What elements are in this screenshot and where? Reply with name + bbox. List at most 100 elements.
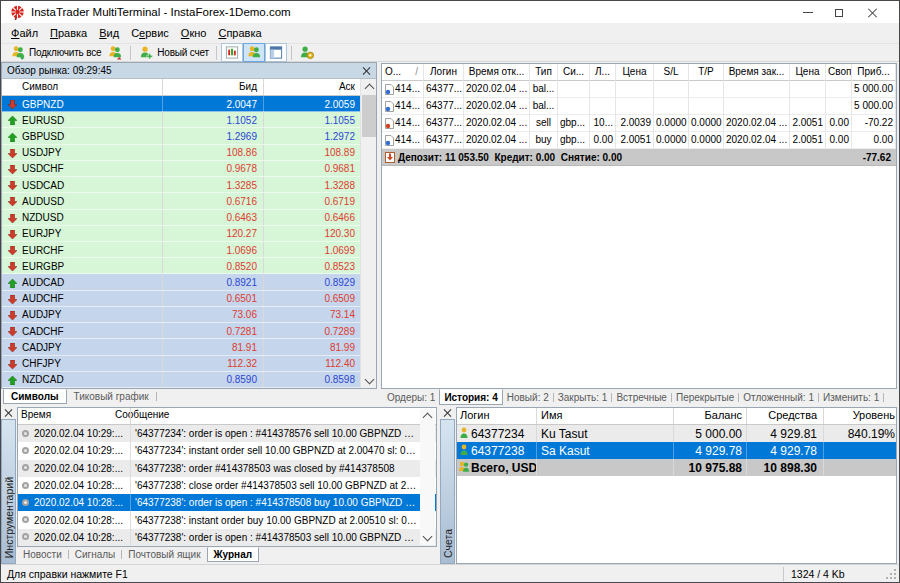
orders-col-11[interactable]: Цена <box>790 64 826 81</box>
market-watch-scrollbar[interactable] <box>360 79 376 388</box>
market-watch-tab-1[interactable]: Символы <box>3 389 67 404</box>
journal-scrollbar[interactable] <box>420 409 435 545</box>
orders-tab-4[interactable]: Закрыть: 1 <box>554 389 612 405</box>
col-equity[interactable]: Средства <box>749 409 817 421</box>
market-watch-header[interactable]: Символ Бид Аск <box>2 79 360 96</box>
orders-tab-2[interactable]: История: 4 <box>439 389 502 405</box>
market-row-USDCHF[interactable]: USDCHF0.96780.9681 <box>2 161 360 177</box>
tick-chart-button[interactable] <box>221 43 243 62</box>
orders-col-2[interactable]: Логин <box>424 64 464 81</box>
account-row-1[interactable]: 64377234Ku Tasut5 000.004 929.81840.19% <box>457 425 896 442</box>
accounts-vertical-tab[interactable]: Счета <box>440 419 455 564</box>
journal-row-1[interactable]: 2020.02.04 10:29:...'64377234': order is… <box>18 425 436 442</box>
orders-col-13[interactable]: Приб... <box>852 64 896 81</box>
market-row-GBPNZD[interactable]: GBPNZD2.00472.0059 <box>2 96 360 112</box>
market-row-EURCHF[interactable]: EURCHF1.06961.0699 <box>2 242 360 258</box>
market-row-NZDCAD[interactable]: NZDCAD0.85900.8598 <box>2 372 360 388</box>
journal-row-4[interactable]: 2020.02.04 10:28:...'64377238': close or… <box>18 477 436 494</box>
market-row-USDCAD[interactable]: USDCAD1.32851.3288 <box>2 177 360 193</box>
scroll-down-icon[interactable] <box>420 530 435 545</box>
toolbox-vertical-tab[interactable]: Инструментарий <box>1 419 16 564</box>
market-row-USDJPY[interactable]: USDJPY108.86108.89 <box>2 145 360 161</box>
col-name[interactable]: Имя <box>541 409 562 421</box>
col-time[interactable]: Время <box>21 409 51 420</box>
menu-view[interactable]: Вид <box>93 25 125 41</box>
orders-tab-8[interactable]: Изменить: 1 <box>819 389 883 405</box>
market-watch-close-icon[interactable] <box>362 67 370 75</box>
tile-windows-button[interactable] <box>265 43 287 62</box>
orders-tab-3[interactable]: Новый: 2 <box>503 389 553 405</box>
col-login[interactable]: Логин <box>460 409 490 421</box>
disconnect-all-button[interactable] <box>104 43 126 62</box>
menu-file[interactable]: Файл <box>5 25 44 41</box>
orders-tab-5[interactable]: Встречные <box>612 389 671 405</box>
orders-header[interactable]: О.../ЛогинВремя отк...ТипСи...Л...ЦенаS/… <box>382 64 896 81</box>
market-row-AUDCHF[interactable]: AUDCHF0.65010.6509 <box>2 291 360 307</box>
account-settings-button[interactable] <box>296 43 318 62</box>
orders-summary-row[interactable]: Депозит: 11 053.50 Кредит: 0.00 Снятие: … <box>382 149 896 166</box>
market-row-AUDUSD[interactable]: AUDUSD0.67160.6719 <box>2 193 360 209</box>
scroll-up-icon[interactable] <box>361 79 377 94</box>
orders-col-12[interactable]: Своп <box>826 64 852 81</box>
market-watch-titlebar[interactable]: Обзор рынка: 09:29:45 <box>2 63 376 79</box>
journal-tab-3[interactable]: Почтовый ящик <box>122 547 206 562</box>
journal-header[interactable]: Время Сообщение <box>18 408 436 425</box>
orders-tab-7[interactable]: Отложенный: 1 <box>739 389 818 405</box>
orders-tab-1[interactable]: Ордеры: 1 <box>383 389 439 405</box>
menu-help[interactable]: Справка <box>212 25 267 41</box>
col-message[interactable]: Сообщение <box>115 409 169 420</box>
scroll-down-icon[interactable] <box>361 373 377 388</box>
market-row-EURGBP[interactable]: EURGBP0.85200.8523 <box>2 258 360 274</box>
orders-col-1[interactable]: О.../ <box>382 64 424 81</box>
menu-service[interactable]: Сервис <box>125 25 175 41</box>
orders-col-6[interactable]: Л... <box>590 64 616 81</box>
orders-col-7[interactable]: Цена <box>616 64 654 81</box>
accounts-close-icon[interactable] <box>443 409 451 417</box>
market-row-AUDCAD[interactable]: AUDCAD0.89210.8929 <box>2 274 360 290</box>
col-balance[interactable]: Баланс <box>674 409 742 421</box>
orders-col-5[interactable]: Си... <box>558 64 590 81</box>
close-button[interactable] <box>855 2 889 23</box>
order-row-4[interactable]: 414...64377...2020.02.04 ...buygbp...0.0… <box>382 132 896 149</box>
market-row-AUDJPY[interactable]: AUDJPY73.0673.14 <box>2 307 360 323</box>
order-row-2[interactable]: 414...64377...2020.02.04 ...bal...5 000.… <box>382 98 896 115</box>
account-row-3[interactable]: Всего, USD10 975.8810 898.30 <box>457 459 896 476</box>
orders-col-3[interactable]: Время отк... <box>464 64 530 81</box>
order-row-1[interactable]: 414...64377...2020.02.04 ...bal...5 000.… <box>382 81 896 98</box>
maximize-button[interactable] <box>822 2 856 23</box>
journal-row-5[interactable]: 2020.02.04 10:28:...'64377238': order is… <box>18 494 436 511</box>
col-level[interactable]: Уровень <box>820 409 895 421</box>
journal-row-6[interactable]: 2020.02.04 10:28:...'64377238': instant … <box>18 511 436 528</box>
journal-row-2[interactable]: 2020.02.04 10:29:...'64377234': instant … <box>18 442 436 459</box>
market-row-CADJPY[interactable]: CADJPY81.9181.99 <box>2 339 360 355</box>
orders-col-4[interactable]: Тип <box>530 64 558 81</box>
orders-tab-6[interactable]: Перекрытые <box>672 389 738 405</box>
scroll-up-icon[interactable] <box>420 408 435 423</box>
orders-col-9[interactable]: T/P <box>689 64 724 81</box>
market-watch-tab-2[interactable]: Тиковый график <box>67 389 156 404</box>
market-row-CADCHF[interactable]: CADCHF0.72810.7289 <box>2 323 360 339</box>
market-row-EURJPY[interactable]: EURJPY120.27120.30 <box>2 226 360 242</box>
market-row-CHFJPY[interactable]: CHFJPY112.32112.40 <box>2 356 360 372</box>
orders-col-8[interactable]: S/L <box>654 64 689 81</box>
menu-edit[interactable]: Правка <box>44 25 93 41</box>
minimize-button[interactable] <box>791 2 825 23</box>
journal-close-icon[interactable] <box>4 409 12 417</box>
connect-all-button[interactable]: Подключить все <box>7 43 104 62</box>
journal-row-7[interactable]: 2020.02.04 10:28:...'64377238': order is… <box>18 529 436 546</box>
journal-tab-2[interactable]: Сигналы <box>69 547 122 562</box>
col-bid[interactable]: Бид <box>162 81 257 92</box>
resize-grip[interactable] <box>886 569 896 579</box>
orders-col-10[interactable]: Время зак... <box>724 64 790 81</box>
market-row-EURUSD[interactable]: EURUSD1.10521.1055 <box>2 112 360 128</box>
order-row-3[interactable]: 414...64377...2020.02.04 ...sellgbp...10… <box>382 115 896 132</box>
new-account-button[interactable]: Новый счет <box>135 43 212 62</box>
col-symbol[interactable]: Символ <box>22 81 58 92</box>
accounts-header[interactable]: Логин Имя Баланс Средства Уровень <box>457 408 896 425</box>
scrollbar-thumb[interactable] <box>362 95 376 137</box>
market-row-NZDUSD[interactable]: NZDUSD0.64630.6466 <box>2 210 360 226</box>
menu-window[interactable]: Окно <box>175 25 213 41</box>
journal-row-3[interactable]: 2020.02.04 10:28:...'64377238': order #4… <box>18 460 436 477</box>
market-row-GBPUSD[interactable]: GBPUSD1.29691.2972 <box>2 128 360 144</box>
journal-tab-1[interactable]: Новости <box>17 547 68 562</box>
